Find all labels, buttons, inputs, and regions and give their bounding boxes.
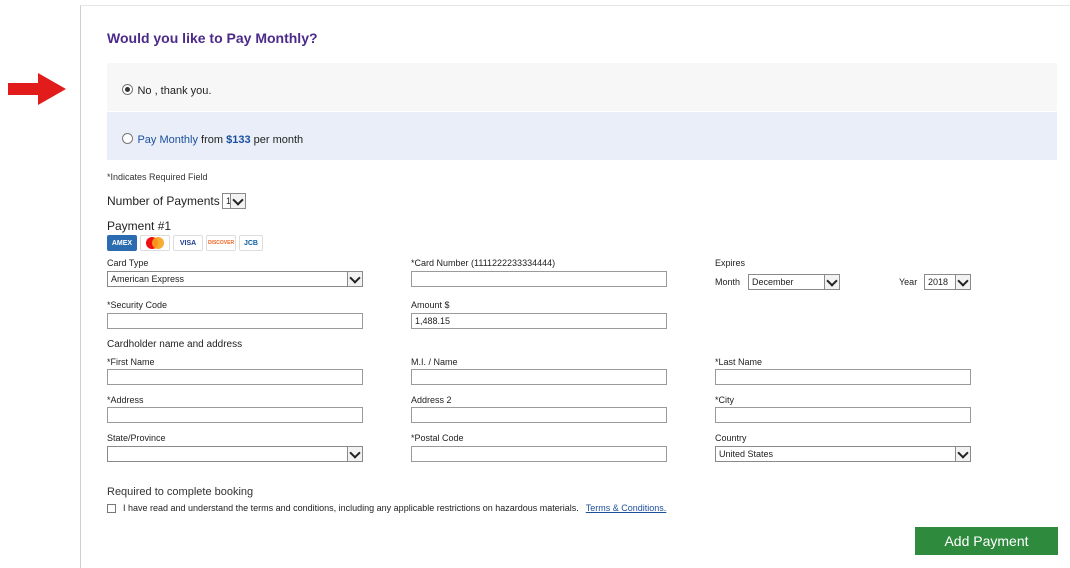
card-type-value: American Express [111, 274, 185, 284]
mi-name-input[interactable] [411, 369, 667, 385]
chevron-down-icon [230, 193, 245, 208]
state-label: State/Province [107, 433, 166, 443]
card-number-label: *Card Number (1111222233334444) [411, 258, 556, 268]
expires-label: Expires [715, 258, 746, 268]
radio-monthly[interactable] [122, 133, 133, 145]
terms-checkbox[interactable] [107, 503, 116, 513]
visa-icon: VISA [173, 235, 203, 251]
security-code-label: *Security Code [107, 300, 168, 310]
card-type-select[interactable]: American Express [107, 271, 363, 287]
chevron-down-icon [955, 274, 970, 289]
num-payments-select[interactable]: 1 [222, 193, 246, 209]
year-select[interactable]: 2018 [924, 274, 971, 290]
option-no[interactable]: No , thank you. [122, 81, 211, 99]
last-name-input[interactable] [715, 369, 971, 385]
card-type-label: Card Type [107, 258, 149, 268]
pay-monthly-link[interactable]: Pay Monthly [137, 134, 198, 146]
address2-label: Address 2 [411, 395, 452, 405]
chevron-down-icon [955, 446, 970, 461]
first-name-input[interactable] [107, 369, 363, 385]
discover-icon: DISCOVER [206, 235, 236, 251]
jcb-icon: JCB [239, 235, 263, 251]
add-payment-button[interactable]: Add Payment [915, 527, 1058, 555]
num-payments-label: Number of Payments [107, 194, 220, 208]
month-select[interactable]: December [748, 274, 840, 290]
payment-title: Payment #1 [107, 219, 172, 233]
terms-row: I have read and understand the terms and… [107, 503, 666, 513]
monthly-from-text: from [197, 134, 227, 146]
address-label: *Address [107, 395, 144, 405]
chevron-down-icon [824, 274, 839, 289]
option-no-row[interactable] [107, 63, 1057, 111]
monthly-amount: $133 [226, 134, 251, 146]
city-input[interactable] [715, 407, 971, 423]
country-label: Country [715, 433, 747, 443]
booking-title: Required to complete booking [107, 486, 254, 498]
option-monthly[interactable]: Pay Monthly from $133 per month [122, 130, 303, 148]
monthly-per-text: per month [250, 134, 304, 146]
required-note: *Indicates Required Field [107, 172, 208, 182]
amex-icon: AMEX [107, 235, 137, 251]
amount-label: Amount $ [411, 300, 450, 310]
card-logos: AMEX VISA DISCOVER JCB [107, 235, 263, 251]
first-name-label: *First Name [107, 357, 155, 367]
address2-input[interactable] [411, 407, 667, 423]
mi-name-label: M.I. / Name [411, 357, 458, 367]
mastercard-icon [140, 235, 170, 251]
security-code-input[interactable] [107, 313, 363, 329]
red-arrow-icon [8, 73, 66, 105]
year-value: 2018 [928, 277, 949, 287]
address-input[interactable] [107, 407, 363, 423]
postal-label: *Postal Code [411, 433, 464, 443]
chevron-down-icon [347, 446, 362, 461]
month-value: December [752, 277, 794, 287]
radio-no[interactable] [122, 84, 133, 96]
cardholder-title: Cardholder name and address [107, 339, 243, 350]
option-no-label: No , thank you. [137, 85, 212, 97]
postal-input[interactable] [411, 446, 667, 462]
amount-input[interactable]: 1,488.15 [411, 313, 667, 329]
month-label: Month [715, 277, 741, 287]
terms-link[interactable]: Terms & Conditions. [586, 503, 667, 513]
country-select[interactable]: United States [715, 446, 971, 462]
country-value: United States [719, 449, 774, 459]
terms-text: I have read and understand the terms and… [123, 503, 579, 513]
page-title: Would you like to Pay Monthly? [107, 30, 318, 46]
last-name-label: *Last Name [715, 357, 763, 367]
chevron-down-icon [347, 271, 362, 286]
card-number-input[interactable] [411, 271, 667, 287]
state-select[interactable] [107, 446, 363, 462]
city-label: *City [715, 395, 735, 405]
year-label: Year [899, 277, 918, 287]
